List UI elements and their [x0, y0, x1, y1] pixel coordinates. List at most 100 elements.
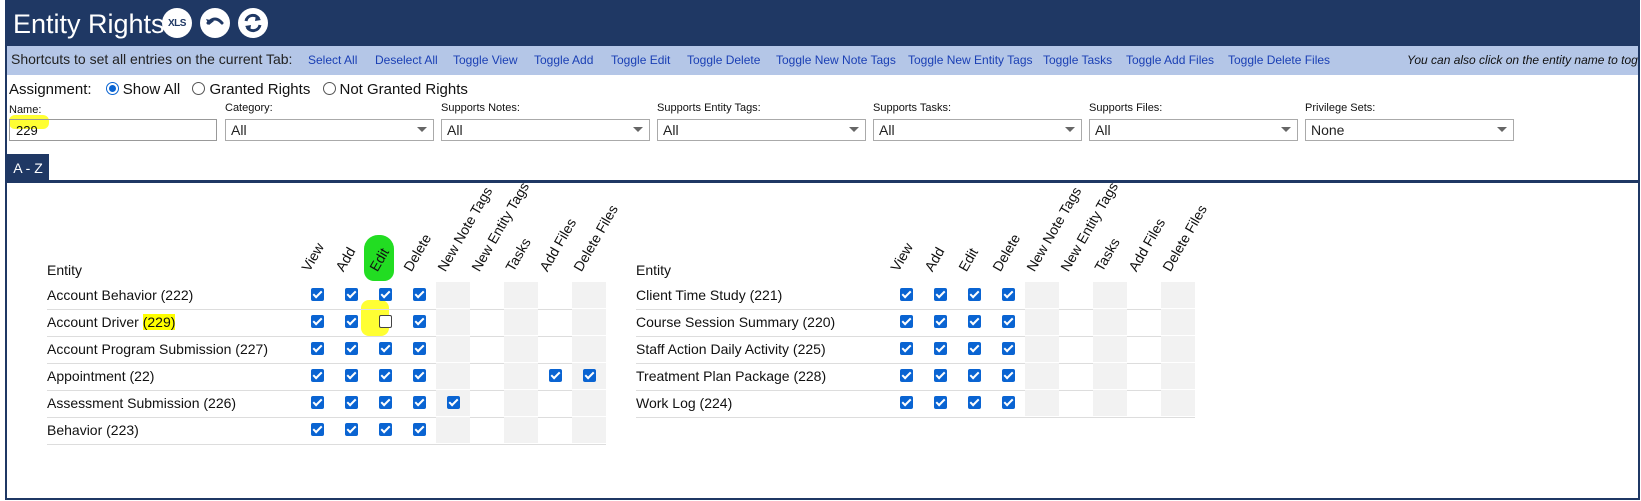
checkbox-checked[interactable]	[968, 342, 981, 355]
checkbox-checked[interactable]	[413, 423, 426, 436]
column-header-delete[interactable]: Delete	[989, 182, 1025, 277]
checkbox-checked[interactable]	[413, 369, 426, 382]
checkbox-checked[interactable]	[447, 396, 460, 409]
toggle-delete-link[interactable]: Toggle Delete	[687, 53, 760, 67]
checkbox-checked[interactable]	[968, 315, 981, 328]
checkbox-checked[interactable]	[934, 369, 947, 382]
checkbox-checked[interactable]	[345, 315, 358, 328]
checkbox-checked[interactable]	[345, 396, 358, 409]
radio-not-granted-rights[interactable]: Not Granted Rights	[317, 81, 468, 98]
column-header-new-note-tags[interactable]: New Note Tags	[1023, 182, 1084, 277]
column-header-delete[interactable]: Delete	[400, 182, 436, 277]
entity-name[interactable]: Staff Action Daily Activity (225)	[636, 341, 826, 357]
supports-notes-select[interactable]: All	[441, 119, 650, 141]
radio-granted-rights[interactable]: Granted Rights	[186, 81, 310, 98]
supports-tasks-select[interactable]: All	[873, 119, 1082, 141]
column-header-view[interactable]: View	[298, 182, 334, 277]
checkbox-checked[interactable]	[345, 369, 358, 382]
checkbox-checked[interactable]	[934, 288, 947, 301]
entity-name[interactable]: Behavior (223)	[47, 422, 139, 438]
entity-name[interactable]: Client Time Study (221)	[636, 287, 782, 303]
category-select[interactable]: All	[225, 119, 434, 141]
checkbox-checked[interactable]	[583, 369, 596, 382]
checkbox-checked[interactable]	[379, 396, 392, 409]
checkbox-checked[interactable]	[968, 396, 981, 409]
column-header-view[interactable]: View	[887, 182, 923, 277]
checkbox-checked[interactable]	[900, 315, 913, 328]
deselect-all-link[interactable]: Deselect All	[375, 53, 438, 67]
entity-name[interactable]: Work Log (224)	[636, 395, 732, 411]
privilege-sets-select[interactable]: None	[1305, 119, 1514, 141]
checkbox-checked[interactable]	[1002, 288, 1015, 301]
checkbox-checked[interactable]	[311, 369, 324, 382]
checkbox-checked[interactable]	[311, 315, 324, 328]
toggle-delete-files-link[interactable]: Toggle Delete Files	[1228, 53, 1330, 67]
checkbox-checked[interactable]	[900, 288, 913, 301]
checkbox-checked[interactable]	[379, 288, 392, 301]
checkbox-checked[interactable]	[934, 342, 947, 355]
column-header-add[interactable]: Add	[921, 182, 957, 277]
toggle-add-files-link[interactable]: Toggle Add Files	[1126, 53, 1214, 67]
toggle-new-note-tags-link[interactable]: Toggle New Note Tags	[776, 53, 896, 67]
checkbox-checked[interactable]	[1002, 315, 1015, 328]
checkbox-checked[interactable]	[379, 423, 392, 436]
checkbox-unchecked[interactable]	[379, 315, 392, 328]
radio-show-all[interactable]: Show All	[100, 81, 180, 98]
radio-button-selected[interactable]	[105, 82, 119, 95]
xls-export-icon[interactable]: XLS	[162, 8, 192, 38]
entity-name[interactable]: Account Driver (229)	[47, 314, 176, 330]
column-header-new-note-tags[interactable]: New Note Tags	[434, 182, 495, 277]
undo-icon[interactable]	[200, 8, 230, 38]
refresh-icon[interactable]	[238, 8, 268, 38]
checkbox-checked[interactable]	[1002, 396, 1015, 409]
column-header-delete-files[interactable]: Delete Files	[1159, 182, 1210, 277]
column-header-tasks[interactable]: Tasks	[502, 182, 538, 277]
entity-name[interactable]: Account Behavior (222)	[47, 287, 193, 303]
supports-entity-tags-select[interactable]: All	[657, 119, 866, 141]
checkbox-checked[interactable]	[900, 342, 913, 355]
column-header-delete-files[interactable]: Delete Files	[570, 182, 621, 277]
entity-name[interactable]: Account Program Submission (227)	[47, 341, 268, 357]
toggle-edit-link[interactable]: Toggle Edit	[611, 53, 670, 67]
checkbox-checked[interactable]	[413, 315, 426, 328]
checkbox-checked[interactable]	[345, 342, 358, 355]
checkbox-checked[interactable]	[379, 342, 392, 355]
checkbox-checked[interactable]	[934, 396, 947, 409]
entity-name[interactable]: Assessment Submission (226)	[47, 395, 236, 411]
checkbox-checked[interactable]	[413, 342, 426, 355]
radio-button[interactable]	[322, 82, 336, 95]
column-header-add[interactable]: Add	[332, 182, 368, 277]
toggle-tasks-link[interactable]: Toggle Tasks	[1043, 53, 1112, 67]
checkbox-checked[interactable]	[968, 369, 981, 382]
checkbox-checked[interactable]	[934, 315, 947, 328]
checkbox-checked[interactable]	[900, 396, 913, 409]
supports-files-select[interactable]: All	[1089, 119, 1298, 141]
checkbox-checked[interactable]	[379, 369, 392, 382]
column-header-new-entity-tags[interactable]: New Entity Tags	[468, 179, 532, 277]
checkbox-checked[interactable]	[968, 288, 981, 301]
entity-name[interactable]: Appointment (22)	[47, 368, 154, 384]
toggle-new-entity-tags-link[interactable]: Toggle New Entity Tags	[908, 53, 1033, 67]
column-header-new-entity-tags[interactable]: New Entity Tags	[1057, 179, 1121, 277]
checkbox-checked[interactable]	[345, 288, 358, 301]
checkbox-checked[interactable]	[1002, 369, 1015, 382]
checkbox-checked[interactable]	[549, 369, 562, 382]
checkbox-checked[interactable]	[311, 396, 324, 409]
radio-button[interactable]	[192, 82, 206, 95]
select-all-link[interactable]: Select All	[308, 53, 357, 67]
column-header-add-files[interactable]: Add Files	[1125, 182, 1168, 277]
checkbox-checked[interactable]	[900, 369, 913, 382]
checkbox-checked[interactable]	[1002, 342, 1015, 355]
checkbox-checked[interactable]	[413, 288, 426, 301]
checkbox-checked[interactable]	[311, 288, 324, 301]
column-header-edit[interactable]: Edit	[955, 182, 991, 277]
checkbox-checked[interactable]	[413, 396, 426, 409]
checkbox-checked[interactable]	[311, 342, 324, 355]
toggle-add-link[interactable]: Toggle Add	[534, 53, 593, 67]
entity-name[interactable]: Treatment Plan Package (228)	[636, 368, 826, 384]
checkbox-checked[interactable]	[345, 423, 358, 436]
column-header-edit[interactable]: Edit	[366, 182, 402, 277]
checkbox-checked[interactable]	[311, 423, 324, 436]
column-header-tasks[interactable]: Tasks	[1091, 182, 1127, 277]
column-header-add-files[interactable]: Add Files	[536, 182, 579, 277]
